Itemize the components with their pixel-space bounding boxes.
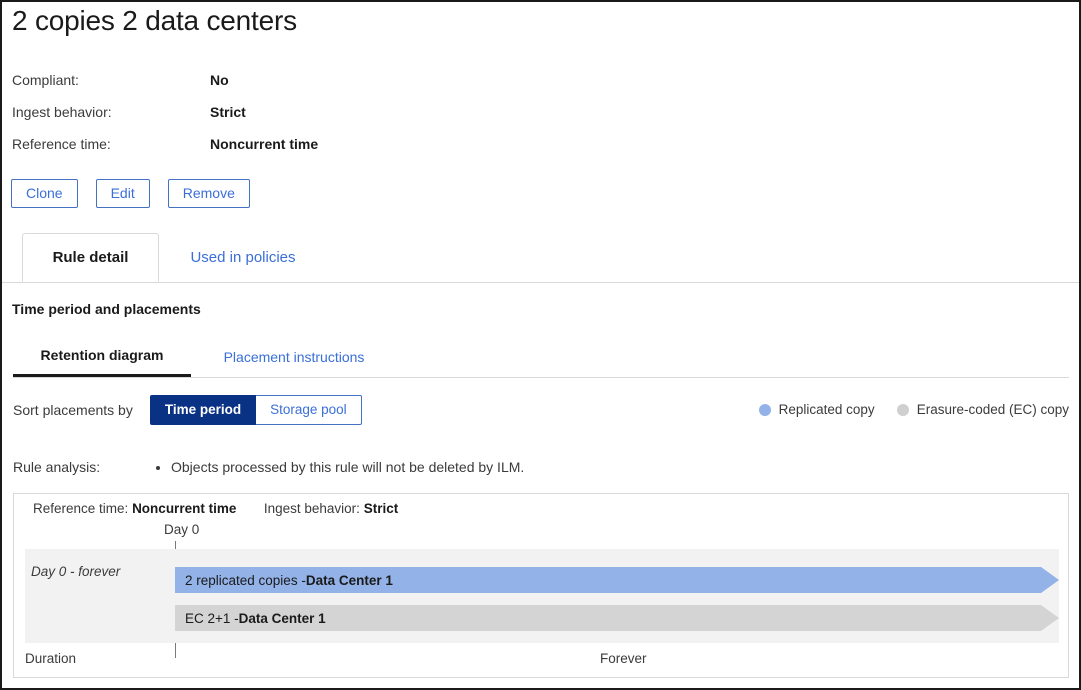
placement-bar-erasure-coded-pool: Data Center 1	[239, 611, 326, 626]
secondary-tab-bar: Retention diagram Placement instructions	[0, 336, 1081, 378]
action-button-group: Clone Edit Remove	[11, 179, 250, 208]
diagram-day0-tick-label: Day 0	[164, 522, 199, 537]
meta-value-reference-time: Noncurrent time	[210, 136, 318, 152]
replicated-copy-dot-icon	[759, 404, 771, 416]
meta-row-compliant: Compliant: No	[12, 64, 318, 96]
sort-option-time-period[interactable]: Time period	[150, 395, 256, 425]
legend-item-erasure-coded: Erasure-coded (EC) copy	[897, 402, 1069, 417]
meta-row-ingest-behavior: Ingest behavior: Strict	[12, 96, 318, 128]
window-border-left	[0, 0, 2, 690]
secondary-tab-underline	[13, 377, 1069, 378]
erasure-coded-copy-dot-icon	[897, 404, 909, 416]
legend-label-replicated: Replicated copy	[779, 402, 875, 417]
sort-segmented-control: Time period Storage pool	[150, 395, 362, 425]
sort-placements-control: Sort placements by Time period Storage p…	[13, 395, 362, 425]
primary-tab-underline	[0, 282, 1081, 283]
rule-analysis-list: Objects processed by this rule will not …	[155, 458, 524, 477]
page-title: 2 copies 2 data centers	[12, 5, 297, 37]
remove-button[interactable]: Remove	[168, 179, 250, 208]
diagram-duration-label: Duration	[25, 651, 76, 666]
rule-analysis-label: Rule analysis:	[13, 458, 155, 477]
section-heading: Time period and placements	[12, 301, 201, 317]
placement-bar-replicated-arrow-icon	[1041, 567, 1059, 593]
placement-bar-replicated-fill: 2 replicated copies - Data Center 1	[175, 567, 1041, 593]
tab-placement-instructions[interactable]: Placement instructions	[199, 336, 389, 377]
tab-retention-diagram[interactable]: Retention diagram	[13, 336, 191, 377]
clone-button[interactable]: Clone	[11, 179, 78, 208]
diagram-reference-time-label: Reference time:	[33, 501, 128, 516]
tab-used-in-policies[interactable]: Used in policies	[163, 233, 323, 282]
rule-detail-page: 2 copies 2 data centers Compliant: No In…	[0, 0, 1081, 690]
rule-analysis: Rule analysis: Objects processed by this…	[13, 458, 524, 477]
rule-analysis-item: Objects processed by this rule will not …	[171, 458, 524, 477]
diagram-ingest-behavior-value: Strict	[364, 501, 399, 516]
retention-diagram: Reference time: Noncurrent time Ingest b…	[13, 493, 1069, 678]
edit-button[interactable]: Edit	[96, 179, 150, 208]
legend-item-replicated: Replicated copy	[759, 402, 875, 417]
placement-bar-erasure-coded-fill: EC 2+1 - Data Center 1	[175, 605, 1041, 631]
diagram-period-label: Day 0 - forever	[31, 564, 120, 579]
legend-label-erasure-coded: Erasure-coded (EC) copy	[917, 402, 1069, 417]
diagram-header: Reference time: Noncurrent time Ingest b…	[33, 501, 398, 516]
meta-value-compliant: No	[210, 72, 229, 88]
diagram-ingest-behavior-label: Ingest behavior:	[264, 501, 360, 516]
meta-row-reference-time: Reference time: Noncurrent time	[12, 128, 318, 160]
diagram-reference-time-value: Noncurrent time	[132, 501, 236, 516]
tab-rule-detail[interactable]: Rule detail	[22, 233, 159, 282]
placement-bar-erasure-coded-prefix: EC 2+1 -	[185, 611, 239, 626]
placement-bar-erasure-coded-arrow-icon	[1041, 605, 1059, 631]
placement-bar-replicated-prefix: 2 replicated copies -	[185, 573, 306, 588]
copy-type-legend: Replicated copy Erasure-coded (EC) copy	[759, 402, 1069, 417]
sort-placements-label: Sort placements by	[13, 402, 133, 418]
window-border-top	[0, 0, 1081, 2]
meta-label-reference-time: Reference time:	[12, 136, 210, 152]
placement-bar-replicated-pool: Data Center 1	[306, 573, 393, 588]
meta-value-ingest-behavior: Strict	[210, 104, 246, 120]
primary-tab-bar: Rule detail Used in policies	[0, 233, 1081, 283]
sort-option-storage-pool[interactable]: Storage pool	[256, 395, 362, 425]
diagram-forever-label: Forever	[600, 651, 647, 666]
meta-label-compliant: Compliant:	[12, 72, 210, 88]
placement-bar-erasure-coded[interactable]: EC 2+1 - Data Center 1	[175, 605, 1059, 631]
meta-label-ingest-behavior: Ingest behavior:	[12, 104, 210, 120]
rule-metadata: Compliant: No Ingest behavior: Strict Re…	[12, 64, 318, 160]
placement-bar-replicated[interactable]: 2 replicated copies - Data Center 1	[175, 567, 1059, 593]
